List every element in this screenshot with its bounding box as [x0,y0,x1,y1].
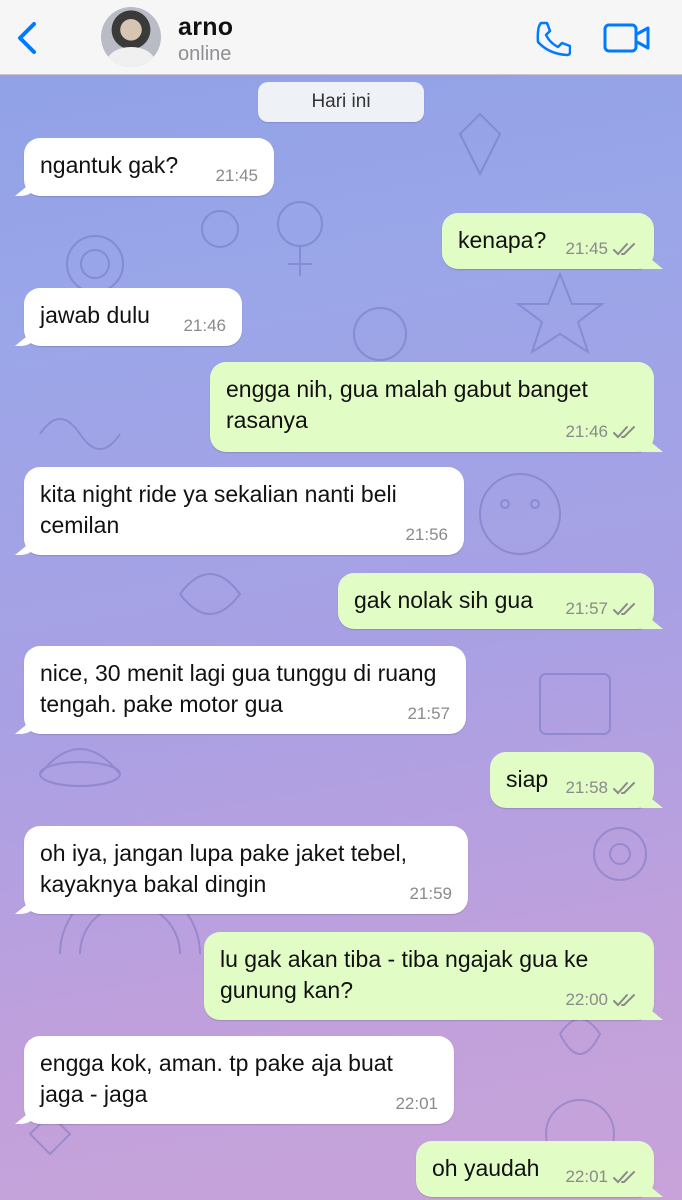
message-text: kita night ride ya sekalian nanti beli c… [40,481,397,538]
message-time: 22:01 [395,1094,438,1113]
double-check-read-icon [613,994,635,1007]
message-bubble-outgoing[interactable]: siap 21:58 [490,752,654,808]
message-bubble-outgoing[interactable]: kenapa? 21:45 [442,213,654,269]
message-time: 21:57 [565,599,638,619]
contact-avatar[interactable] [101,7,161,67]
video-call-icon[interactable] [602,20,652,56]
chat-header: arno online [0,0,682,75]
message-text: engga nih, gua malah gabut banget rasany… [226,376,588,433]
message-bubble-outgoing[interactable]: lu gak akan tiba - tiba ngajak gua ke gu… [204,932,654,1020]
phone-call-icon[interactable] [531,18,571,58]
message-bubble-outgoing[interactable]: gak nolak sih gua 21:57 [338,573,654,629]
message-text: gak nolak sih gua [354,587,534,613]
double-check-read-icon [613,1171,635,1184]
message-bubble-incoming[interactable]: ngantuk gak? 21:45 [24,138,274,196]
message-time: 21:58 [565,778,638,798]
double-check-read-icon [613,243,635,256]
message-text: jawab dulu [40,302,150,328]
message-text: oh yaudah [432,1155,540,1181]
message-time: 21:56 [405,525,448,544]
double-check-read-icon [613,426,635,439]
contact-name[interactable]: arno [178,13,233,42]
message-time: 22:00 [565,990,638,1010]
message-bubble-incoming[interactable]: oh iya, jangan lupa pake jaket tebel, ka… [24,826,468,914]
message-time: 21:59 [409,884,452,903]
message-text: lu gak akan tiba - tiba ngajak gua ke gu… [220,946,589,1003]
message-time: 21:45 [215,166,258,185]
message-bubble-incoming[interactable]: jawab dulu 21:46 [24,288,242,346]
double-check-read-icon [613,782,635,795]
message-text: siap [506,766,549,792]
message-text: nice, 30 menit lagi gua tunggu di ruang … [40,660,437,717]
back-chevron-icon[interactable] [10,16,50,60]
message-text: ngantuk gak? [40,152,179,178]
message-bubble-incoming[interactable]: nice, 30 menit lagi gua tunggu di ruang … [24,646,466,734]
contact-status: online [178,43,232,65]
message-bubble-outgoing[interactable]: oh yaudah 22:01 [416,1141,654,1197]
message-text: engga kok, aman. tp pake aja buat jaga -… [40,1050,393,1107]
date-separator: Hari ini [258,82,424,122]
message-time: 22:01 [565,1167,638,1187]
message-time: 21:45 [565,239,638,259]
message-bubble-outgoing[interactable]: engga nih, gua malah gabut banget rasany… [210,362,654,452]
double-check-read-icon [613,603,635,616]
message-time: 21:46 [565,422,638,442]
message-time: 21:57 [407,704,450,723]
message-bubble-incoming[interactable]: kita night ride ya sekalian nanti beli c… [24,467,464,555]
message-time: 21:46 [183,316,226,335]
message-text: oh iya, jangan lupa pake jaket tebel, ka… [40,840,407,897]
message-bubble-incoming[interactable]: engga kok, aman. tp pake aja buat jaga -… [24,1036,454,1124]
message-text: kenapa? [458,227,547,253]
